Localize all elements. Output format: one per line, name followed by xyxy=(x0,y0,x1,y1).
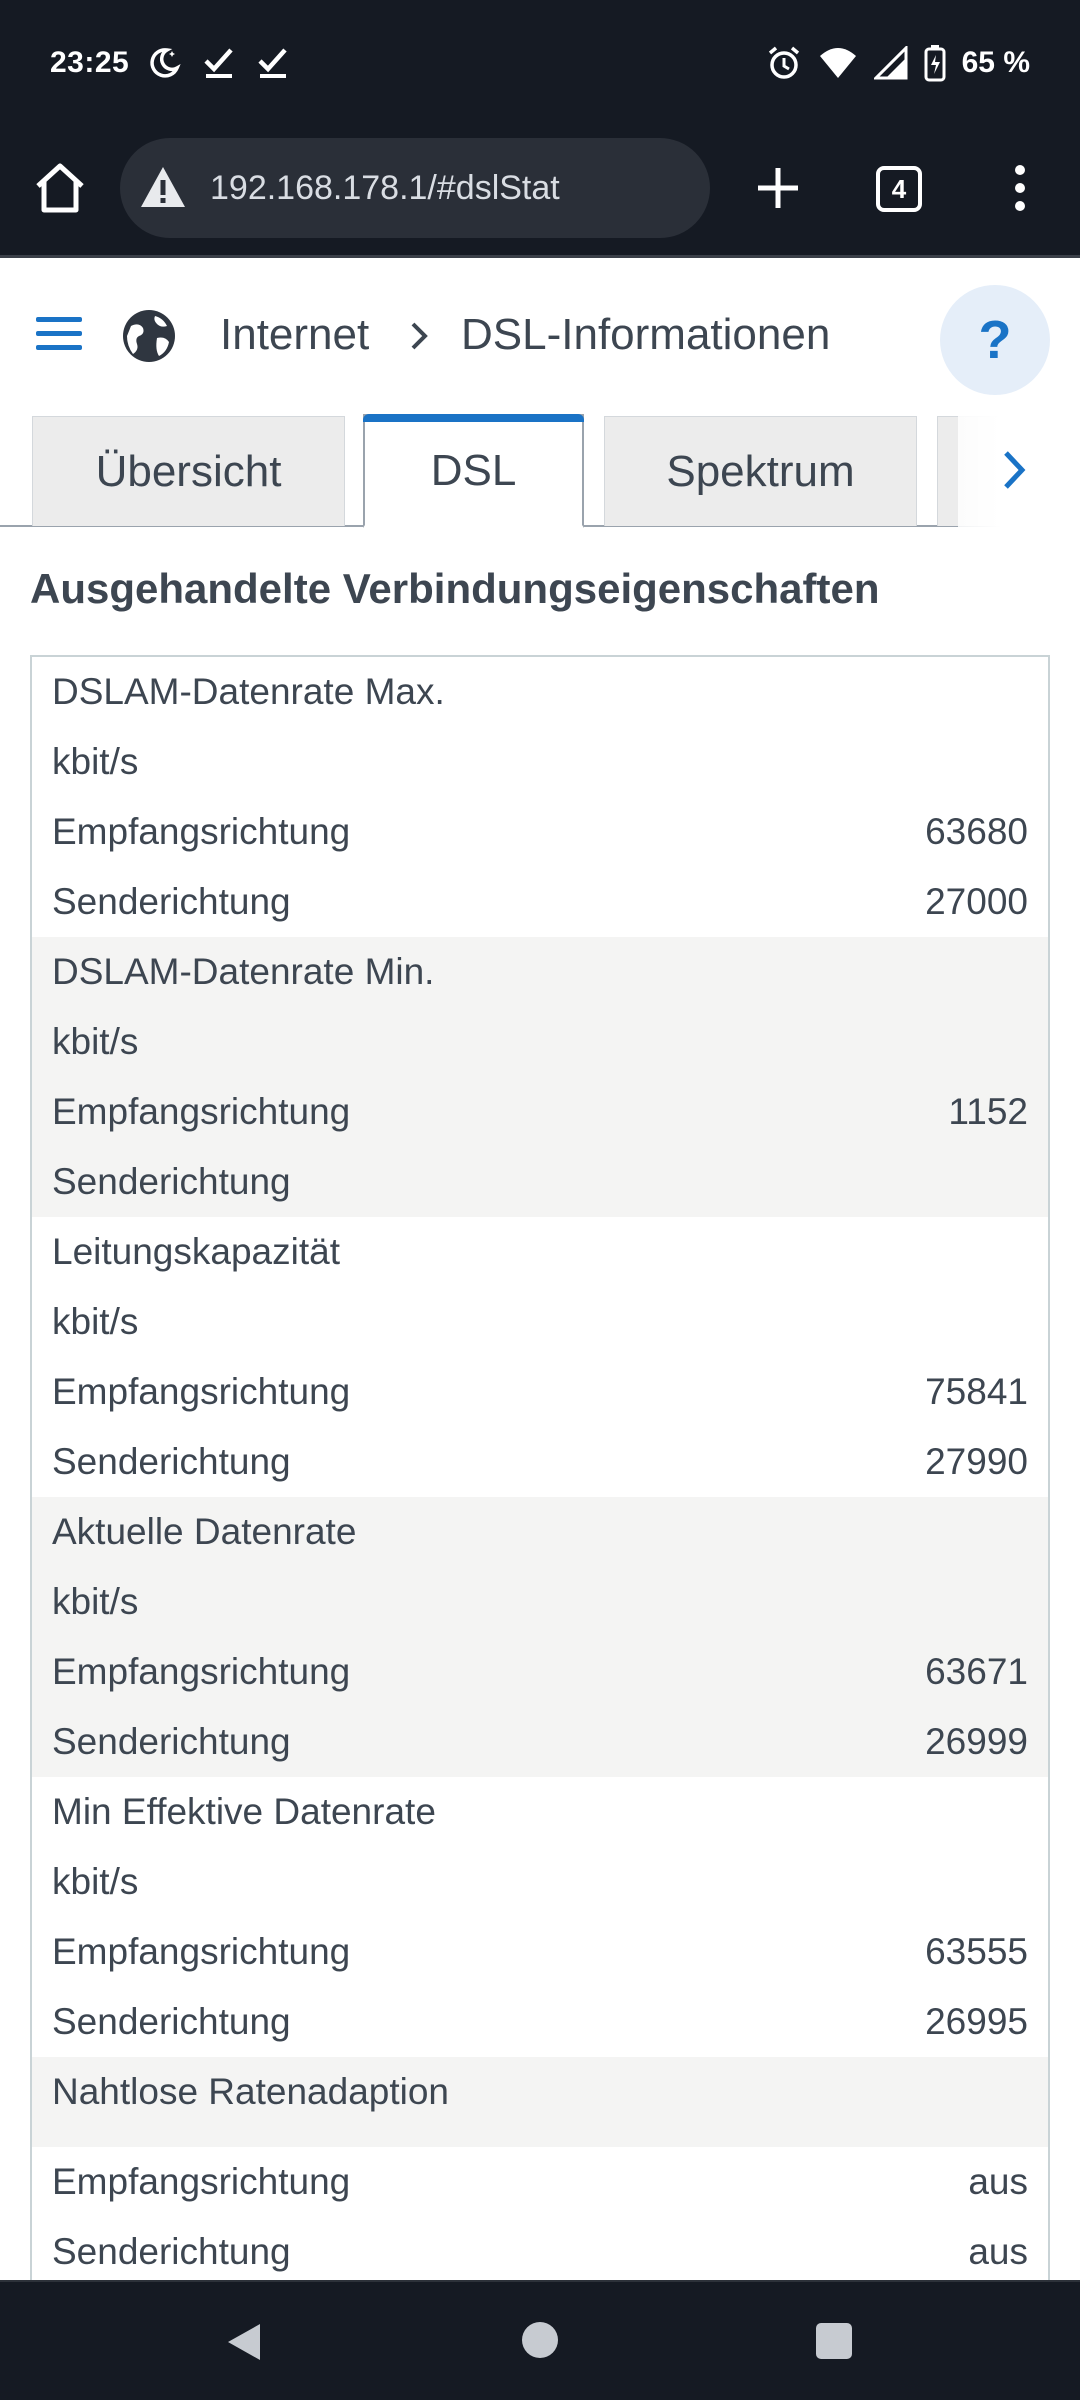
table-row: Empfangsrichtung 63555 xyxy=(52,1931,1028,1972)
warning-icon[interactable] xyxy=(138,163,188,213)
help-button[interactable]: ? xyxy=(940,285,1050,395)
unit-label: kbit/s xyxy=(52,1021,139,1062)
recent-apps-icon[interactable] xyxy=(816,2323,852,2359)
table-row: Empfangsrichtung 1152 xyxy=(52,1091,1028,1132)
breadcrumb-dsl-informationen: DSL-Informationen xyxy=(461,310,831,359)
group-line-capacity: Leitungskapazität kbit/s Empfangsrichtun… xyxy=(32,1217,1048,1497)
table-row: Empfangsrichtung 63671 xyxy=(52,1651,1028,1692)
group-seamless-rate-adaption: Nahtlose Ratenadaption Empfangsrichtung a… xyxy=(32,2057,1048,2280)
check-icon xyxy=(257,46,289,80)
back-icon[interactable] xyxy=(222,2320,266,2364)
check-icon xyxy=(203,46,235,80)
globe-icon xyxy=(121,308,177,364)
group-title: Leitungskapazität xyxy=(52,1231,340,1272)
status-time: 23:25 xyxy=(50,45,130,79)
hamburger-menu-icon[interactable] xyxy=(36,315,82,353)
chevron-right-icon xyxy=(404,318,434,354)
table-row: Empfangsrichtung 75841 xyxy=(52,1371,1028,1412)
url-bar[interactable]: 192.168.178.1/#dslStat xyxy=(120,138,710,238)
home-circle-icon[interactable] xyxy=(522,2322,558,2358)
unit-label: kbit/s xyxy=(52,1581,139,1622)
group-title: Nahtlose Ratenadaption xyxy=(52,2071,450,2112)
battery-percent: 65 % xyxy=(961,45,1030,79)
app-header: Internet DSL-Informationen ? xyxy=(0,260,1080,410)
tab-uebersicht[interactable]: Übersicht xyxy=(32,416,345,526)
table-row: Senderichtung 27000 xyxy=(52,881,1028,922)
unit-label: kbit/s xyxy=(52,741,139,782)
group-min-effective-rate: Min Effektive Datenrate kbit/s Empfangsr… xyxy=(32,1777,1048,2057)
group-dslam-min: DSLAM-Datenrate Min. kbit/s Empfangsrich… xyxy=(32,937,1048,1217)
group-title: Min Effektive Datenrate xyxy=(52,1791,436,1832)
value-downstream: 63555 xyxy=(925,1931,1028,1972)
value-downstream: 63671 xyxy=(925,1651,1028,1692)
group-title: Aktuelle Datenrate xyxy=(52,1511,357,1552)
group-dslam-max: DSLAM-Datenrate Max. kbit/s Empfangsrich… xyxy=(32,657,1048,937)
table-row: Senderichtung 27990 xyxy=(52,1441,1028,1482)
table-row: Senderichtung aus xyxy=(32,2217,1048,2280)
alarm-icon xyxy=(766,45,802,81)
value-downstream: 75841 xyxy=(925,1371,1028,1412)
home-icon[interactable] xyxy=(30,158,90,218)
tab-count: 4 xyxy=(891,173,907,204)
value-downstream: 63680 xyxy=(925,811,1028,852)
group-title: DSLAM-Datenrate Max. xyxy=(52,671,445,712)
chevron-right-icon[interactable] xyxy=(998,445,1028,500)
value-downstream: 1152 xyxy=(948,1091,1028,1132)
tabs-scroll-right-button[interactable] xyxy=(958,416,1080,528)
value-upstream: 27000 xyxy=(925,881,1028,922)
table-row: Senderichtung 26995 xyxy=(52,2001,1028,2042)
status-bar: 23:25 65 % xyxy=(0,0,1080,125)
unit-label: kbit/s xyxy=(52,1301,139,1342)
plus-icon[interactable] xyxy=(748,158,808,218)
section-title: Ausgehandelte Verbindungseigenschaften xyxy=(30,565,880,612)
tab-switcher-button[interactable]: 4 xyxy=(876,166,922,212)
value-upstream: 27990 xyxy=(925,1441,1028,1482)
table-row: Senderichtung 26999 xyxy=(52,1721,1028,1762)
help-icon: ? xyxy=(978,310,1012,370)
table-row: Empfangsrichtung 63680 xyxy=(52,811,1028,852)
url-text[interactable]: 192.168.178.1/#dslStat xyxy=(210,169,560,208)
moon-icon xyxy=(147,46,181,80)
table-row: Empfangsrichtung aus xyxy=(32,2147,1048,2217)
more-vert-icon[interactable] xyxy=(1000,158,1040,218)
group-current-rate: Aktuelle Datenrate kbit/s Empfangsrichtu… xyxy=(32,1497,1048,1777)
unit-label: kbit/s xyxy=(52,1861,139,1902)
signal-icon xyxy=(873,45,908,80)
tab-spektrum[interactable]: Spektrum xyxy=(604,416,917,526)
table-row: Senderichtung xyxy=(52,1161,291,1202)
group-title: DSLAM-Datenrate Min. xyxy=(52,951,435,992)
browser-toolbar: 192.168.178.1/#dslStat 4 xyxy=(0,125,1080,258)
connection-properties-table: DSLAM-Datenrate Max. kbit/s Empfangsrich… xyxy=(30,655,1050,2280)
system-nav-bar xyxy=(0,2280,1080,2400)
value-upstream: 26999 xyxy=(925,1721,1028,1762)
value-upstream: 26995 xyxy=(925,2001,1028,2042)
wifi-icon xyxy=(818,46,858,80)
battery-charging-icon xyxy=(924,44,946,82)
value-downstream: aus xyxy=(968,2161,1028,2202)
breadcrumb-internet[interactable]: Internet xyxy=(220,310,369,360)
value-upstream: aus xyxy=(968,2231,1028,2272)
tab-bar: Übersicht DSL Spektrum xyxy=(0,410,1080,528)
tab-dsl[interactable]: DSL xyxy=(363,414,584,528)
